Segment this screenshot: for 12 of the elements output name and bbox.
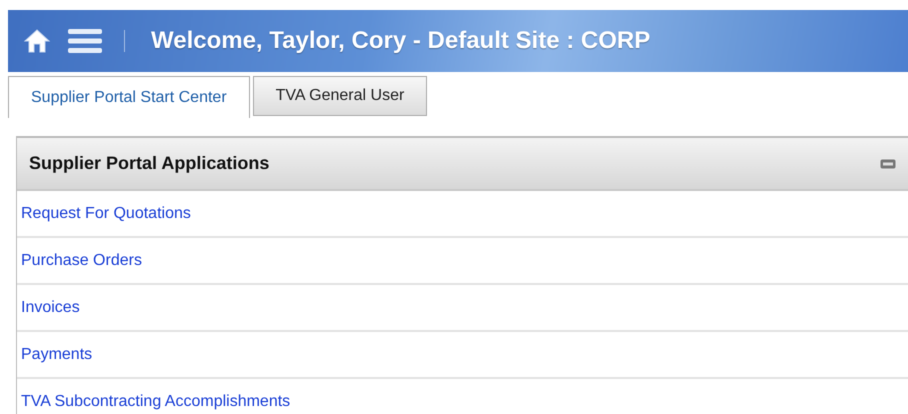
tab[interactable]: Supplier Portal Start Center (8, 76, 250, 118)
tab[interactable]: TVA General User (252, 76, 428, 116)
home-icon[interactable] (24, 28, 50, 54)
app-link[interactable]: Payments (21, 346, 92, 364)
app-link[interactable]: TVA Subcontracting Accomplishments (21, 392, 290, 410)
panel-title: Supplier Portal Applications (29, 153, 270, 174)
app-link[interactable]: Request For Quotations (21, 204, 191, 222)
minimize-icon[interactable] (880, 158, 896, 168)
app-link[interactable]: Purchase Orders (21, 252, 142, 270)
menu-icon[interactable] (68, 28, 102, 54)
window-title: Welcome, Taylor, Cory - Default Site : CORP (151, 27, 650, 55)
app-link[interactable]: Invoices (21, 298, 80, 316)
